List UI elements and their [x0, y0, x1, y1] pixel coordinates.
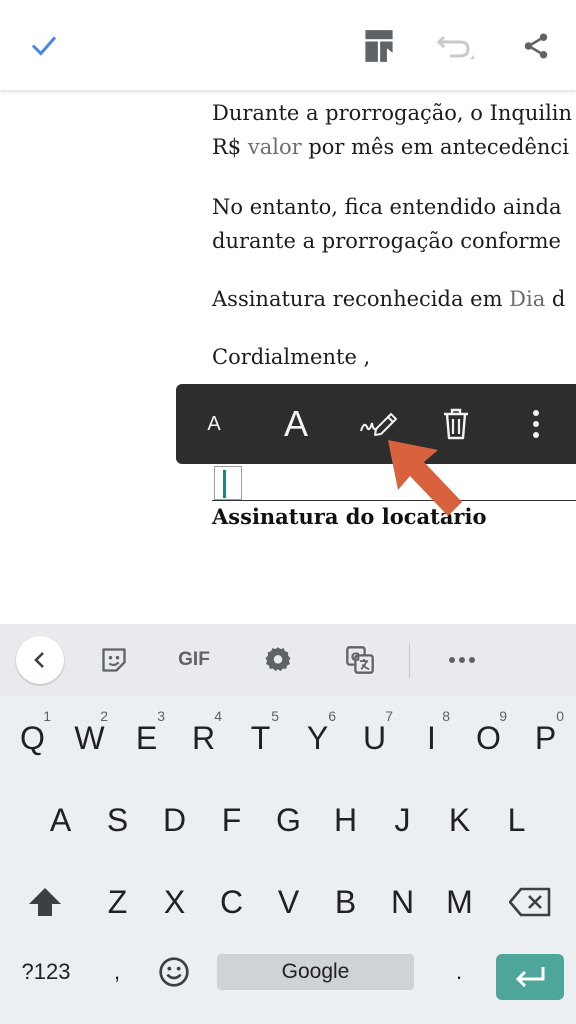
key-e[interactable]: E3 [120, 702, 173, 774]
keyboard-suggestion-strip: GIF G [0, 624, 576, 696]
top-toolbar [0, 0, 576, 90]
share-button[interactable] [512, 22, 560, 70]
key-y[interactable]: Y6 [291, 702, 344, 774]
key-q[interactable]: Q1 [6, 702, 59, 774]
sticker-icon [102, 648, 126, 672]
share-icon [524, 33, 548, 59]
key-p[interactable]: P0 [519, 702, 572, 774]
more-vert-icon [533, 410, 539, 438]
key-s[interactable]: S [91, 784, 144, 856]
key-n[interactable]: N [376, 866, 429, 938]
key-b[interactable]: B [319, 866, 372, 938]
strip-divider [409, 644, 410, 678]
layout-button[interactable] [355, 22, 403, 70]
comma-key[interactable]: , [92, 942, 142, 1002]
sticker-button[interactable] [88, 634, 140, 686]
more-strip-button[interactable] [436, 634, 488, 686]
placeholder-field-dia[interactable]: Dia [509, 287, 545, 311]
key-w[interactable]: W2 [63, 702, 116, 774]
font-decrease-icon: A [207, 412, 221, 435]
symbols-key[interactable]: ?123 [10, 942, 82, 1002]
chevron-left-icon [34, 652, 44, 668]
check-icon [31, 36, 57, 56]
gif-icon: GIF [178, 649, 210, 670]
key-x[interactable]: X [148, 866, 201, 938]
key-f[interactable]: F [205, 784, 258, 856]
key-l[interactable]: L [490, 784, 543, 856]
enter-key[interactable] [496, 954, 564, 1000]
more-options-button[interactable] [516, 384, 556, 464]
translate-icon: G [346, 646, 374, 674]
key-a[interactable]: A [34, 784, 87, 856]
space-key[interactable]: Google [217, 954, 414, 990]
text-line: No entanto, fica entendido ainda [212, 195, 562, 219]
key-t[interactable]: T5 [234, 702, 287, 774]
key-k[interactable]: K [433, 784, 486, 856]
emoji-key[interactable] [148, 942, 200, 1002]
svg-text:G: G [351, 650, 360, 664]
shift-icon [29, 888, 61, 916]
key-g[interactable]: G [262, 784, 315, 856]
undo-icon [436, 35, 474, 59]
keyboard-settings-button[interactable] [252, 634, 304, 686]
collapse-strip-button[interactable] [16, 636, 64, 684]
document-canvas[interactable]: Durante a prorrogação, o Inquilin R$ val… [0, 90, 576, 624]
signature-pen-icon [360, 412, 398, 436]
paragraph-extension[interactable]: Durante a prorrogação, o Inquilin R$ val… [212, 96, 572, 164]
backspace-icon [509, 887, 551, 917]
key-j[interactable]: J [376, 784, 429, 856]
signature-field[interactable] [214, 466, 242, 500]
soft-keyboard: GIF G Q1 W2 E3 R 4 T 5 Y 6 U 7 I 8 O 9 P… [0, 624, 576, 1024]
text-cursor [223, 470, 226, 498]
key-r[interactable]: R4 [177, 702, 230, 774]
layout-icon [365, 30, 393, 62]
emoji-icon [159, 957, 189, 987]
key-i[interactable]: I8 [405, 702, 458, 774]
key-z[interactable]: Z [91, 866, 144, 938]
gif-button[interactable]: GIF [168, 634, 220, 686]
translate-button[interactable]: G [334, 634, 386, 686]
text-line: durante a prorrogação conforme [212, 229, 561, 253]
text-line: Assinatura reconhecida em Dia d [212, 287, 566, 311]
key-d[interactable]: D [148, 784, 201, 856]
backspace-key[interactable] [498, 866, 562, 938]
font-increase-icon: A [283, 403, 308, 444]
annotation-arrow-icon [388, 440, 462, 516]
paragraph-closing[interactable]: Cordialmente , [212, 340, 370, 374]
paragraph-signature-recognized[interactable]: Assinatura reconhecida em Dia d [212, 282, 565, 316]
key-m[interactable]: M [433, 866, 486, 938]
text-line: Durante a prorrogação, o Inquilin [212, 101, 573, 125]
done-button[interactable] [20, 22, 68, 70]
period-key[interactable]: . [434, 942, 484, 1002]
key-u[interactable]: U7 [348, 702, 401, 774]
undo-button[interactable] [431, 22, 479, 70]
shift-key[interactable] [14, 866, 76, 938]
settings-icon [265, 647, 291, 672]
more-horiz-icon [449, 657, 475, 663]
placeholder-field-valor[interactable]: valor [248, 135, 302, 159]
text-line: Cordialmente , [212, 345, 371, 369]
increase-font-button[interactable]: A [270, 384, 322, 464]
signature-context-toolbar: A A [176, 384, 576, 464]
paragraph-understanding[interactable]: No entanto, fica entendido ainda durante… [212, 190, 562, 258]
key-c[interactable]: C [205, 866, 258, 938]
enter-icon [515, 967, 545, 988]
key-v[interactable]: V [262, 866, 315, 938]
decrease-font-button[interactable]: A [190, 384, 238, 464]
text-line: R$ valor por mês em antecedênci [212, 135, 569, 159]
keyboard-keys: Q1 W2 E3 R4 T5 Y6 U7 I8 O9 P0 A S D F G … [0, 696, 576, 1024]
key-h[interactable]: H [319, 784, 372, 856]
key-o[interactable]: O9 [462, 702, 515, 774]
